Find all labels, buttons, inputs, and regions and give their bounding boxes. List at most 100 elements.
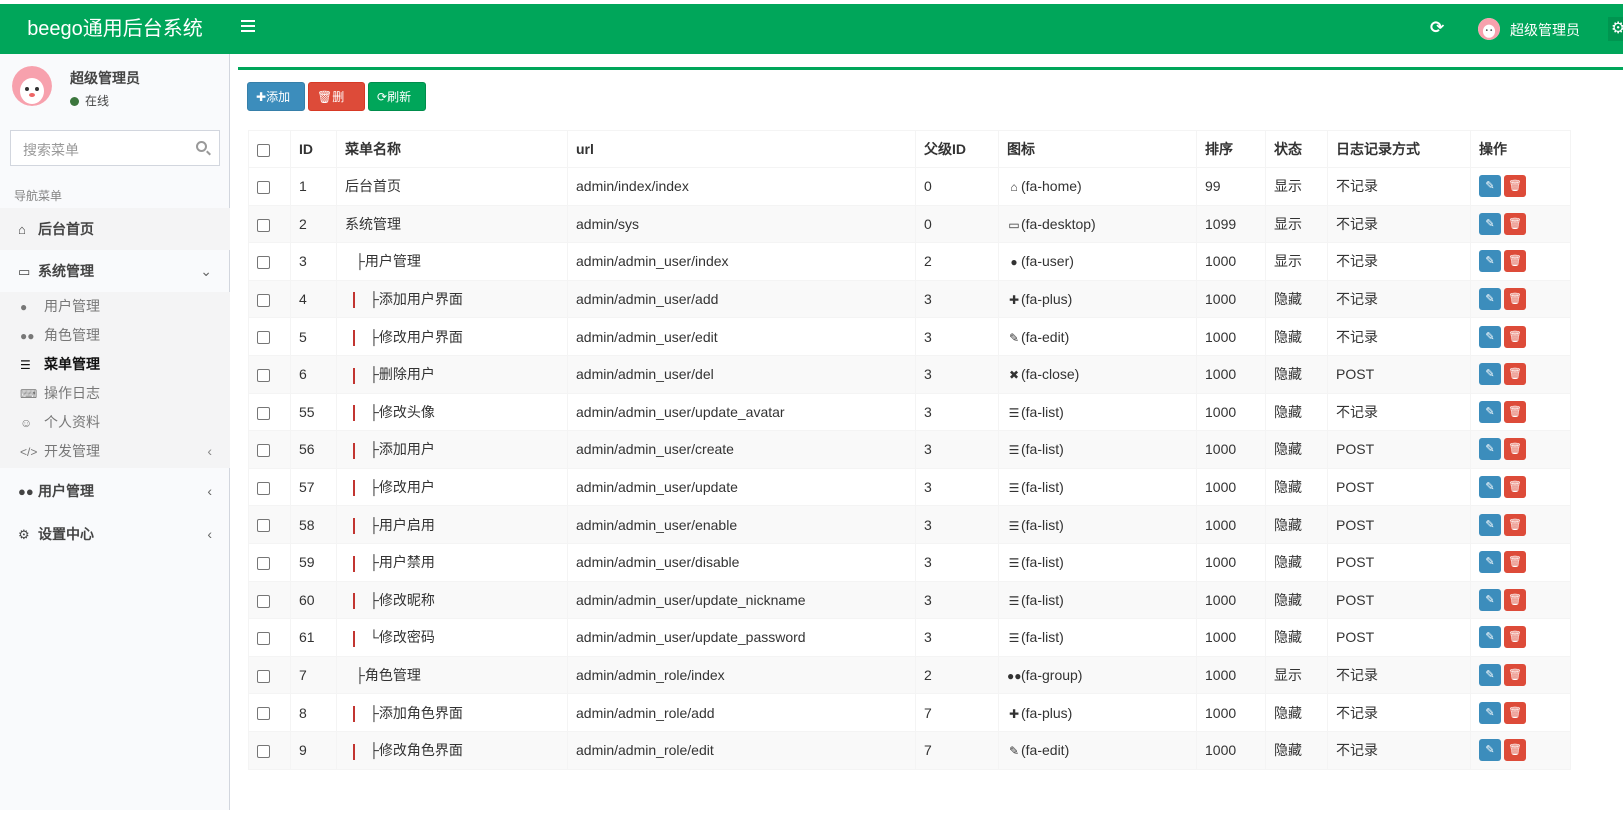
row-checkbox[interactable] bbox=[257, 707, 270, 721]
sidebar-item-roles[interactable]: ●● 角色管理 bbox=[0, 321, 230, 350]
edit-icon: ✎ bbox=[1008, 330, 1020, 345]
column-header[interactable]: url bbox=[567, 130, 916, 168]
log-cell: POST bbox=[1327, 580, 1471, 620]
parent-id-cell: 2 bbox=[915, 655, 999, 695]
table-row: 9 ├修改角色界面 admin/admin_role/edit 7 ✎ (fa-edit)… bbox=[248, 730, 1571, 770]
log-cell: POST bbox=[1327, 542, 1471, 582]
edit-button[interactable]: ✎ bbox=[1479, 626, 1501, 649]
chevron-left-icon: ‹ bbox=[207, 443, 212, 459]
sidebar-item-system[interactable]: ▭ 系统管理 ⌄ bbox=[0, 250, 230, 292]
delete-row-button[interactable]: 🗑 bbox=[1504, 588, 1526, 611]
edit-button[interactable]: ✎ bbox=[1479, 325, 1501, 348]
delete-row-button[interactable]: 🗑 bbox=[1504, 664, 1526, 687]
edit-button[interactable]: ✎ bbox=[1479, 551, 1501, 574]
select-all-checkbox[interactable] bbox=[257, 143, 270, 157]
smile-icon: ☺ bbox=[20, 416, 33, 430]
row-checkbox[interactable] bbox=[257, 293, 270, 307]
delete-row-button[interactable]: 🗑 bbox=[1504, 626, 1526, 649]
row-checkbox[interactable] bbox=[257, 519, 270, 533]
delete-row-button[interactable]: 🗑 bbox=[1504, 250, 1526, 273]
sidebar-item-dev[interactable]: </> 开发管理 ‹ bbox=[0, 437, 230, 466]
row-checkbox[interactable] bbox=[257, 557, 270, 571]
sort-cell: 1000 bbox=[1196, 580, 1266, 620]
sidebar-item-user-admin[interactable]: ●● 用户管理 ‹ bbox=[0, 470, 230, 512]
sidebar-item-menus[interactable]: ☰ 菜单管理 bbox=[0, 350, 230, 379]
row-checkbox[interactable] bbox=[257, 369, 270, 383]
name-cell: ├用户启用 bbox=[336, 505, 568, 544]
gear-icon[interactable]: ⚙ bbox=[1608, 17, 1623, 41]
row-checkbox[interactable] bbox=[257, 331, 270, 345]
column-header[interactable]: 排序 bbox=[1196, 130, 1266, 168]
edit-button[interactable]: ✎ bbox=[1479, 476, 1501, 499]
refresh-icon[interactable]: ⟳ bbox=[1430, 18, 1444, 38]
refresh-button[interactable]: ⟳刷新 bbox=[368, 82, 426, 111]
sidebar-toggle-icon[interactable] bbox=[238, 17, 258, 39]
tree-prefix: └ bbox=[369, 629, 379, 646]
delete-row-button[interactable]: 🗑 bbox=[1504, 551, 1526, 574]
edit-button[interactable]: ✎ bbox=[1479, 739, 1501, 762]
edit-button[interactable]: ✎ bbox=[1479, 438, 1501, 461]
row-checkbox[interactable] bbox=[257, 745, 270, 758]
delete-row-button[interactable]: 🗑 bbox=[1504, 701, 1526, 724]
row-select-cell bbox=[248, 204, 291, 244]
menu-name: 系统管理 bbox=[345, 215, 401, 232]
delete-row-button[interactable]: 🗑 bbox=[1504, 513, 1526, 536]
parent-id-cell: 7 bbox=[915, 730, 999, 770]
row-checkbox[interactable] bbox=[257, 218, 270, 232]
row-checkbox[interactable] bbox=[257, 256, 270, 270]
column-header[interactable]: 状态 bbox=[1265, 130, 1328, 168]
row-checkbox[interactable] bbox=[257, 669, 270, 683]
edit-button[interactable]: ✎ bbox=[1479, 588, 1501, 611]
edit-button[interactable]: ✎ bbox=[1479, 664, 1501, 687]
column-header[interactable]: 父级ID bbox=[915, 130, 999, 168]
edit-button[interactable]: ✎ bbox=[1479, 288, 1501, 311]
delete-row-button[interactable]: 🗑 bbox=[1504, 438, 1526, 461]
search-icon[interactable] bbox=[196, 141, 207, 152]
add-button[interactable]: ✚添加 bbox=[247, 82, 305, 111]
avatar[interactable] bbox=[1478, 18, 1500, 40]
delete-row-button[interactable]: 🗑 bbox=[1504, 325, 1526, 348]
edit-button[interactable]: ✎ bbox=[1479, 513, 1501, 536]
sidebar-item-profile[interactable]: ☺ 个人资料 bbox=[0, 408, 230, 437]
delete-row-button[interactable]: 🗑 bbox=[1504, 476, 1526, 499]
tree-line bbox=[353, 705, 355, 722]
code-icon: </> bbox=[20, 445, 38, 459]
edit-button[interactable]: ✎ bbox=[1479, 400, 1501, 423]
sidebar-item-settings[interactable]: ⚙ 设置中心 ‹ bbox=[0, 513, 230, 555]
row-checkbox[interactable] bbox=[257, 632, 270, 646]
column-header[interactable]: 菜单名称 bbox=[336, 130, 568, 168]
name-cell: ├添加用户界面 bbox=[336, 279, 568, 319]
row-checkbox[interactable] bbox=[257, 594, 270, 608]
sidebar-item-users-manage[interactable]: ● 用户管理 bbox=[0, 292, 230, 321]
column-header[interactable]: ID bbox=[290, 130, 337, 168]
edit-button[interactable]: ✎ bbox=[1479, 175, 1501, 198]
app-logo[interactable]: beego通用后台系统 bbox=[0, 4, 230, 54]
row-select-cell bbox=[248, 542, 291, 582]
sidebar-item-logs[interactable]: ⌨ 操作日志 bbox=[0, 379, 230, 408]
icon-cell: ☰ (fa-list) bbox=[998, 505, 1197, 544]
sidebar-item-home[interactable]: ⌂ 后台首页 bbox=[0, 208, 230, 250]
search-input[interactable]: 搜索菜单 bbox=[10, 130, 220, 166]
table-row: 56 ├添加用户 admin/admin_user/create 3 ☰ (fa-list… bbox=[248, 430, 1571, 469]
delete-row-button[interactable]: 🗑 bbox=[1504, 212, 1526, 235]
header-username[interactable]: 超级管理员 bbox=[1510, 20, 1580, 40]
row-checkbox[interactable] bbox=[257, 406, 270, 420]
delete-row-button[interactable]: 🗑 bbox=[1504, 363, 1526, 386]
delete-row-button[interactable]: 🗑 bbox=[1504, 739, 1526, 762]
row-checkbox[interactable] bbox=[257, 481, 270, 495]
delete-row-button[interactable]: 🗑 bbox=[1504, 288, 1526, 311]
row-checkbox[interactable] bbox=[257, 181, 270, 195]
edit-button[interactable]: ✎ bbox=[1479, 363, 1501, 386]
row-select-cell bbox=[248, 655, 291, 695]
edit-button[interactable]: ✎ bbox=[1479, 212, 1501, 235]
column-header[interactable]: 图标 bbox=[998, 130, 1197, 168]
column-header[interactable]: 日志记录方式 bbox=[1327, 130, 1471, 168]
icon-name: (fa-edit) bbox=[1021, 742, 1070, 759]
edit-button[interactable]: ✎ bbox=[1479, 701, 1501, 724]
edit-button[interactable]: ✎ bbox=[1479, 250, 1501, 273]
row-checkbox[interactable] bbox=[257, 444, 270, 458]
sidebar-username: 超级管理员 bbox=[70, 70, 140, 86]
delete-row-button[interactable]: 🗑 bbox=[1504, 400, 1526, 423]
delete-button[interactable]: 🗑删除 bbox=[308, 82, 365, 133]
delete-row-button[interactable]: 🗑 bbox=[1504, 175, 1526, 198]
